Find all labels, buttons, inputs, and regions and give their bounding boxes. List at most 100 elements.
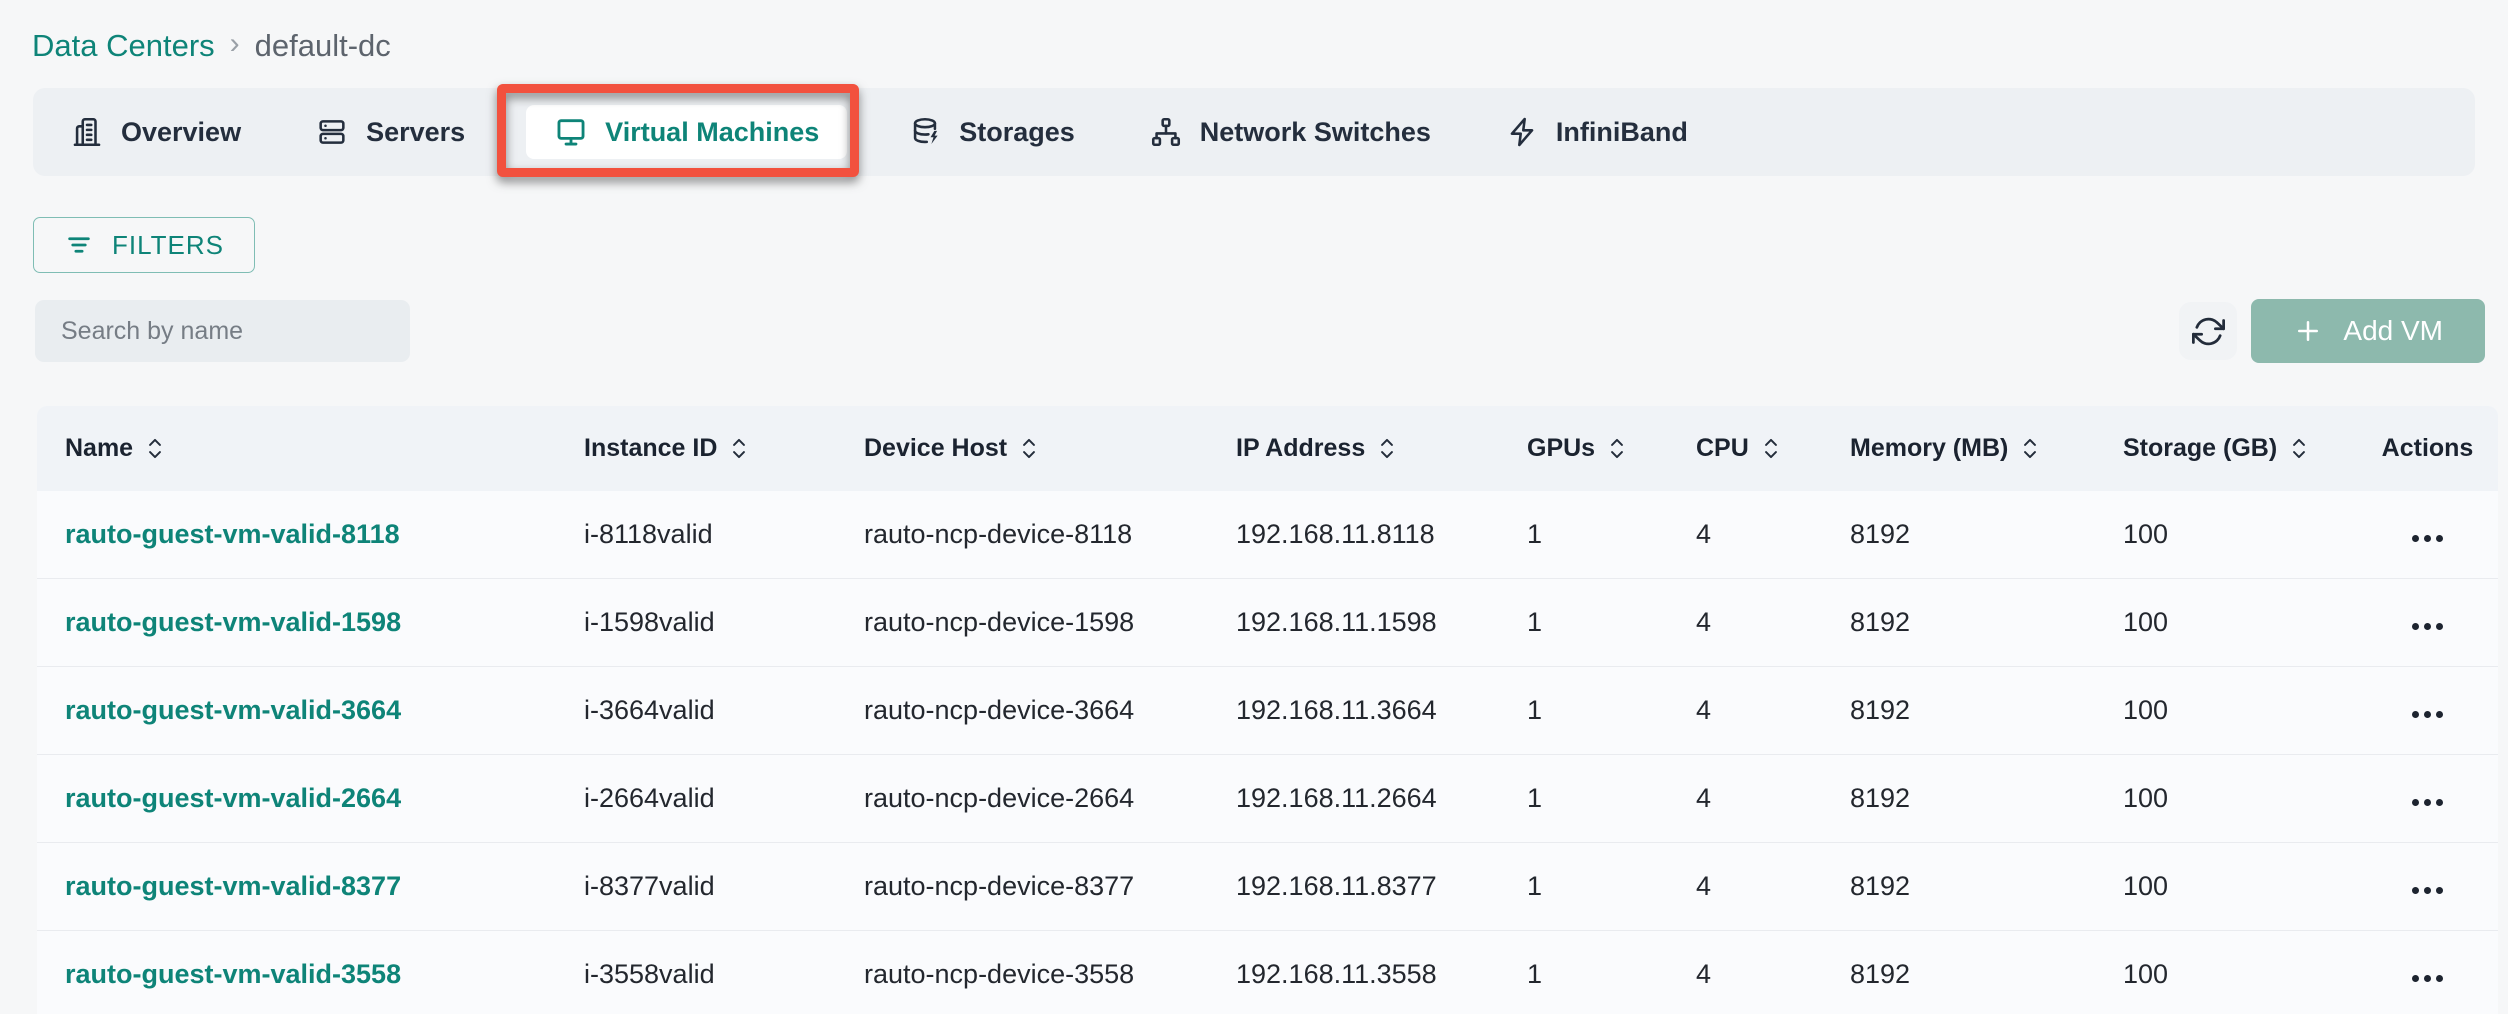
row-actions-menu-button[interactable] — [2402, 877, 2453, 904]
device-host-cell: rauto-ncp-device-3558 — [836, 930, 1208, 1014]
ip-address-cell: 192.168.11.8118 — [1208, 491, 1499, 578]
filters-button[interactable]: FILTERS — [33, 217, 255, 273]
breadcrumb-current: default-dc — [255, 28, 391, 64]
vm-name-link[interactable]: rauto-guest-vm-valid-8118 — [65, 519, 400, 549]
row-actions-menu-button[interactable] — [2402, 965, 2453, 992]
device-host-cell: rauto-ncp-device-3664 — [836, 666, 1208, 754]
vm-name-link[interactable]: rauto-guest-vm-valid-3664 — [65, 695, 401, 725]
cpu-cell: 4 — [1668, 491, 1822, 578]
tab-servers[interactable]: Servers — [278, 88, 502, 176]
column-header-cpu[interactable]: CPU — [1668, 406, 1822, 491]
instance-id-cell: i-3558valid — [556, 930, 836, 1014]
gpus-cell: 1 — [1499, 930, 1668, 1014]
column-header-actions: Actions — [2357, 406, 2498, 491]
add-vm-label: Add VM — [2343, 315, 2443, 347]
ip-address-cell: 192.168.11.2664 — [1208, 754, 1499, 842]
sort-icon[interactable] — [1020, 435, 1038, 462]
table-row: rauto-guest-vm-valid-1598 i-1598valid ra… — [37, 578, 2498, 666]
device-host-cell: rauto-ncp-device-8118 — [836, 491, 1208, 578]
filters-label: FILTERS — [112, 230, 224, 261]
storage-cell: 100 — [2095, 842, 2357, 930]
vm-name-link[interactable]: rauto-guest-vm-valid-2664 — [65, 783, 401, 813]
gpus-cell: 1 — [1499, 754, 1668, 842]
cpu-cell: 4 — [1668, 578, 1822, 666]
page: Data Centers › default-dc Overview Serve… — [0, 0, 2508, 1014]
storage-cell: 100 — [2095, 666, 2357, 754]
ip-address-cell: 192.168.11.1598 — [1208, 578, 1499, 666]
gpus-cell: 1 — [1499, 578, 1668, 666]
storage-cell: 100 — [2095, 578, 2357, 666]
tab-label: Storages — [959, 117, 1075, 148]
vm-name-link[interactable]: rauto-guest-vm-valid-8377 — [65, 871, 401, 901]
sort-icon[interactable] — [1378, 435, 1396, 462]
sort-icon[interactable] — [1762, 435, 1780, 462]
column-header-gpus[interactable]: GPUs — [1499, 406, 1668, 491]
memory-cell: 8192 — [1822, 491, 2095, 578]
network-icon — [1149, 115, 1183, 149]
cpu-cell: 4 — [1668, 930, 1822, 1014]
plus-icon — [2293, 316, 2323, 346]
cpu-cell: 4 — [1668, 754, 1822, 842]
vm-table: Name Instance ID Device Host IP Address … — [37, 406, 2498, 1014]
breadcrumb-separator: › — [230, 27, 240, 61]
gpus-cell: 1 — [1499, 842, 1668, 930]
row-actions-menu-button[interactable] — [2402, 789, 2453, 816]
tab-label: InfiniBand — [1556, 117, 1688, 148]
device-host-cell: rauto-ncp-device-1598 — [836, 578, 1208, 666]
breadcrumb-link-data-centers[interactable]: Data Centers — [32, 28, 215, 64]
table-row: rauto-guest-vm-valid-3558 i-3558valid ra… — [37, 930, 2498, 1014]
column-header-instance-id[interactable]: Instance ID — [556, 406, 836, 491]
table-row: rauto-guest-vm-valid-8118 i-8118valid ra… — [37, 491, 2498, 578]
instance-id-cell: i-8118valid — [556, 491, 836, 578]
tab-storages[interactable]: Storages — [871, 88, 1112, 176]
sort-icon[interactable] — [1608, 435, 1626, 462]
memory-cell: 8192 — [1822, 930, 2095, 1014]
column-header-name[interactable]: Name — [37, 406, 556, 491]
tab-network-switches[interactable]: Network Switches — [1112, 88, 1468, 176]
tab-infiniband[interactable]: InfiniBand — [1468, 88, 1725, 176]
vm-name-link[interactable]: rauto-guest-vm-valid-3558 — [65, 959, 401, 989]
gpus-cell: 1 — [1499, 666, 1668, 754]
tab-overview[interactable]: Overview — [49, 88, 278, 176]
filter-icon — [64, 230, 94, 260]
memory-cell: 8192 — [1822, 754, 2095, 842]
instance-id-cell: i-3664valid — [556, 666, 836, 754]
table-row: rauto-guest-vm-valid-2664 i-2664valid ra… — [37, 754, 2498, 842]
add-vm-button[interactable]: Add VM — [2251, 299, 2485, 363]
table-row: rauto-guest-vm-valid-8377 i-8377valid ra… — [37, 842, 2498, 930]
refresh-button[interactable] — [2179, 302, 2237, 360]
search-input[interactable] — [35, 300, 410, 362]
vm-name-link[interactable]: rauto-guest-vm-valid-1598 — [65, 607, 401, 637]
row-actions-menu-button[interactable] — [2402, 525, 2453, 552]
ip-address-cell: 192.168.11.3664 — [1208, 666, 1499, 754]
instance-id-cell: i-1598valid — [556, 578, 836, 666]
refresh-icon — [2192, 315, 2225, 348]
tab-label: Network Switches — [1200, 117, 1431, 148]
column-header-ip-address[interactable]: IP Address — [1208, 406, 1499, 491]
storage-icon — [908, 115, 942, 149]
memory-cell: 8192 — [1822, 842, 2095, 930]
sort-icon[interactable] — [2021, 435, 2039, 462]
tab-virtual-machines[interactable]: Virtual Machines — [526, 105, 847, 159]
search-row: Add VM — [35, 299, 2485, 363]
row-actions-menu-button[interactable] — [2402, 613, 2453, 640]
building-icon — [70, 115, 104, 149]
ip-address-cell: 192.168.11.3558 — [1208, 930, 1499, 1014]
sort-icon[interactable] — [146, 435, 164, 462]
device-host-cell: rauto-ncp-device-2664 — [836, 754, 1208, 842]
bolt-icon — [1505, 115, 1539, 149]
right-actions: Add VM — [2179, 299, 2485, 363]
storage-cell: 100 — [2095, 930, 2357, 1014]
sort-icon[interactable] — [730, 435, 748, 462]
tab-label: Overview — [121, 117, 241, 148]
column-header-memory[interactable]: Memory (MB) — [1822, 406, 2095, 491]
device-host-cell: rauto-ncp-device-8377 — [836, 842, 1208, 930]
servers-icon — [315, 115, 349, 149]
column-header-storage[interactable]: Storage (GB) — [2095, 406, 2357, 491]
monitor-icon — [554, 115, 588, 149]
instance-id-cell: i-8377valid — [556, 842, 836, 930]
column-header-device-host[interactable]: Device Host — [836, 406, 1208, 491]
sort-icon[interactable] — [2290, 435, 2308, 462]
instance-id-cell: i-2664valid — [556, 754, 836, 842]
row-actions-menu-button[interactable] — [2402, 701, 2453, 728]
